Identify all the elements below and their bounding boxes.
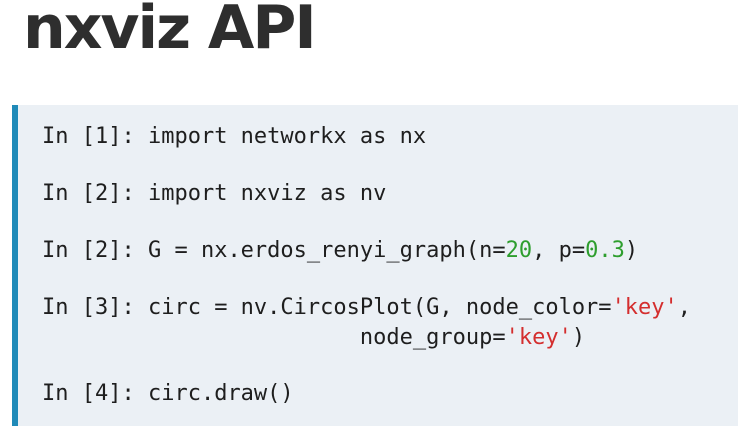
cell-prompt: In [2]: <box>42 238 148 263</box>
number-literal: 0.3 <box>585 238 625 263</box>
cell-code: ) <box>624 238 639 263</box>
code-block: In [1]: import networkx as nx In [2]: im… <box>12 105 738 426</box>
code-cell-2: In [2]: import nxviz as nv <box>42 180 386 208</box>
cell-code: import networkx as nx <box>147 124 427 149</box>
cell-code: , p= <box>532 238 586 263</box>
string-literal: 'key' <box>611 295 678 320</box>
code-cell-3: In [2]: G = nx.erdos_renyi_graph(n=20, p… <box>42 237 638 265</box>
string-literal: 'key' <box>505 325 572 350</box>
cell-code: circ = nv.CircosPlot(G, node_color= <box>147 295 612 320</box>
cell-code: , <box>677 295 692 320</box>
cell-prompt: In [4]: <box>42 381 148 406</box>
number-literal: 20 <box>505 238 533 263</box>
code-cell-4-continuation: node_group='key') <box>42 324 585 352</box>
cell-prompt: In [1]: <box>42 124 148 149</box>
cell-code: ) <box>571 325 586 350</box>
cell-prompt: In [3]: <box>42 295 148 320</box>
slide-title: nxviz API <box>23 0 317 63</box>
cell-code: G = nx.erdos_renyi_graph(n= <box>147 238 506 263</box>
slide: nxviz API In [1]: import networkx as nx … <box>0 0 738 439</box>
code-cell-1: In [1]: import networkx as nx <box>42 123 426 151</box>
cell-prompt: In [2]: <box>42 181 148 206</box>
cell-code: import nxviz as nv <box>147 181 387 206</box>
cell-indent <box>42 325 360 350</box>
cell-code: circ.draw() <box>147 381 294 406</box>
cell-code: node_group= <box>359 325 506 350</box>
code-cell-4: In [3]: circ = nv.CircosPlot(G, node_col… <box>42 294 691 322</box>
code-cell-5: In [4]: circ.draw() <box>42 380 294 408</box>
